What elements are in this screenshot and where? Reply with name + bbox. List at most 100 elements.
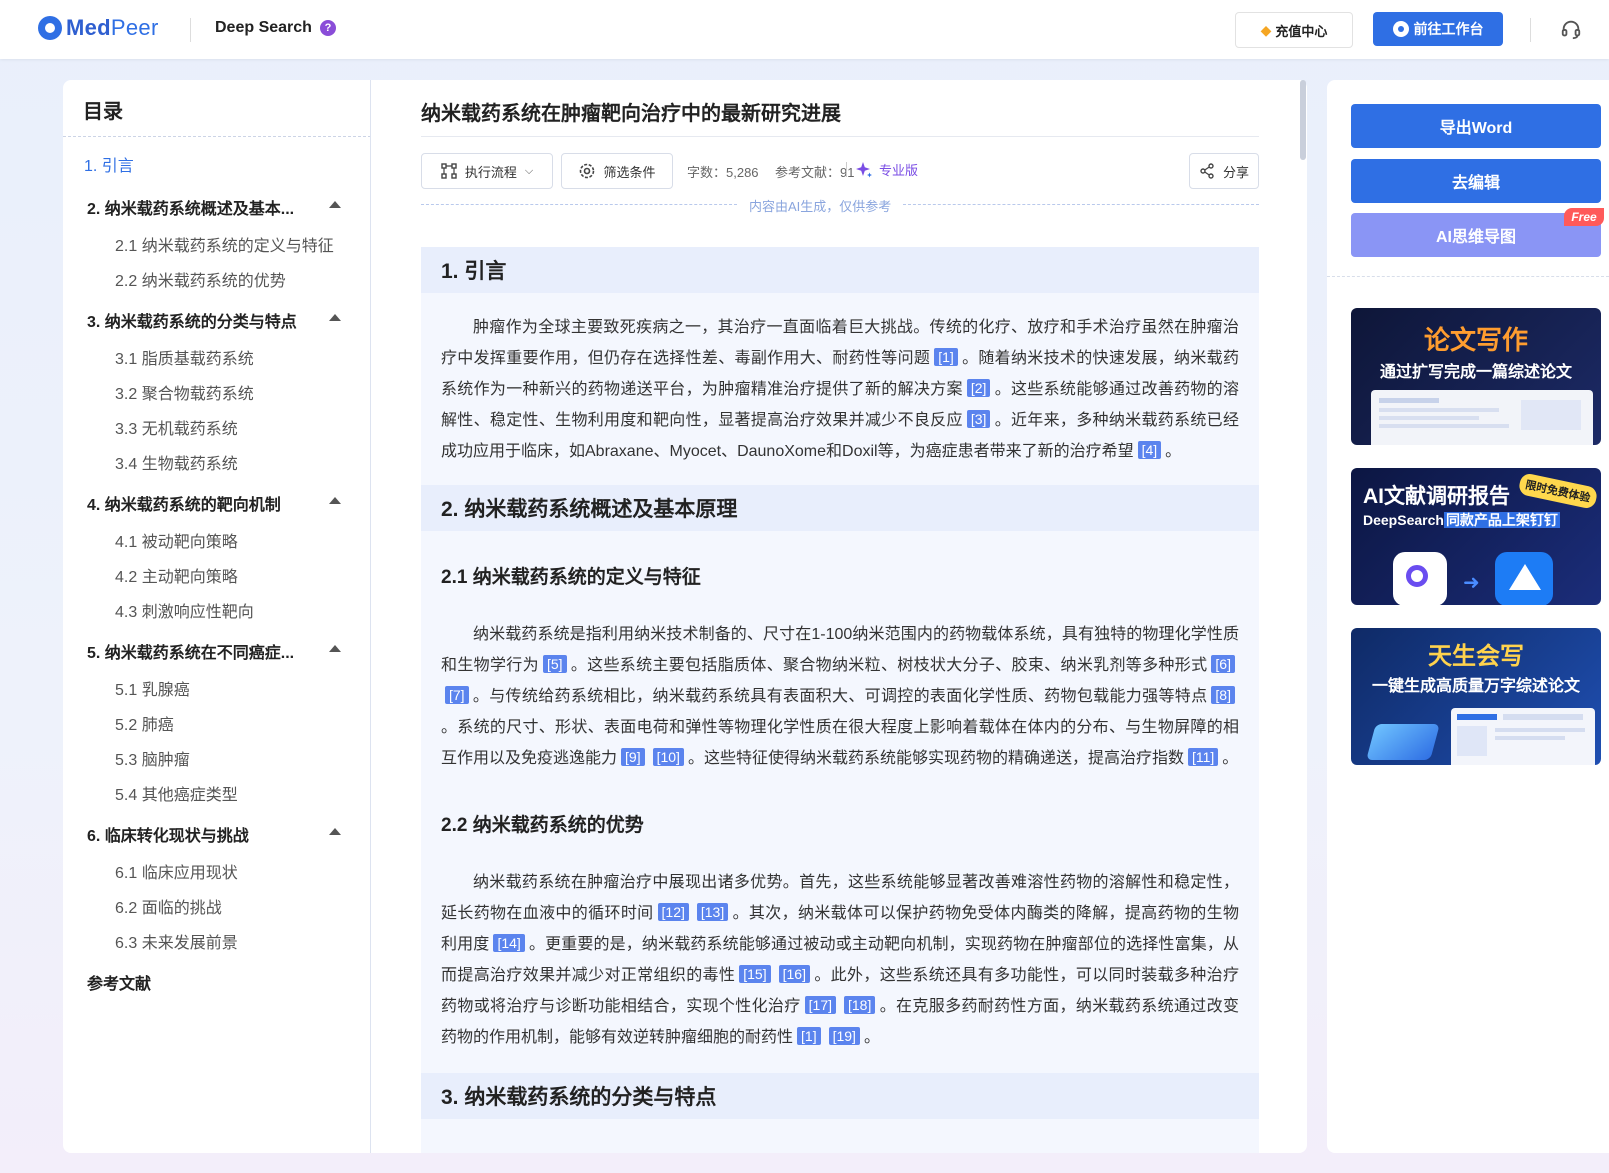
article-content: 1. 引言 肿瘤作为全球主要致死疾病之一，其治疗一直面临着巨大挑战。传统的化疗、… [421,247,1259,1153]
citation-link[interactable]: [19] [828,1027,860,1045]
toc-item-4-1[interactable]: 4.1 被动靶向策略 [115,528,238,552]
headset-icon[interactable] [1560,18,1582,40]
citation-link[interactable]: [7] [445,686,469,704]
medpeer-logo[interactable]: MedPeer [38,15,159,41]
free-badge: Free [1564,208,1604,226]
toc-item-5-3[interactable]: 5.3 脑肿瘤 [115,746,190,770]
filter-conditions-button[interactable]: 筛选条件 [561,153,673,189]
toc-item-3-2[interactable]: 3.2 聚合物载药系统 [115,380,254,404]
article-scrollbar[interactable] [1300,80,1306,160]
promo-banner-paper-writing[interactable]: 论文写作 通过扩写完成一篇综述论文 [1351,308,1601,445]
promo-line-text: DeepSearch [1363,512,1444,528]
citation-link[interactable]: [4] [1137,441,1162,459]
citation-link[interactable]: [13] [696,903,729,921]
header-divider-2 [1530,18,1531,42]
paragraph-text: 。与传统给药系统相比，纳米载药系统具有表面积大、可调控的表面化学性质、药物包载能… [472,688,1208,705]
workbench-logo-icon [1392,21,1409,37]
product-name: Deep Search ? [215,19,336,37]
collapse-arrow-icon[interactable] [329,201,341,208]
export-word-button[interactable]: 导出Word [1351,104,1601,148]
toc-item-3-1[interactable]: 3.1 脂质基载药系统 [115,345,254,369]
toc-item-3-4[interactable]: 3.4 生物载药系统 [115,450,238,474]
gear-icon [580,163,595,179]
ai-notice-line-right [903,204,1259,205]
toc-item-6-2[interactable]: 6.2 面临的挑战 [115,894,222,918]
toc-divider [63,136,371,137]
screenshot-thumbnail [1451,708,1595,765]
share-icon [1200,163,1214,179]
citation-link[interactable]: [18] [844,996,876,1014]
promo-banner-ai-report[interactable]: AI文献调研报告 限时免费体验 DeepSearch 同款产品上架钉钉 ➜ [1351,468,1601,605]
subsection-heading: 2.2 纳米载药系统的优势 [441,815,644,836]
subsection-heading: 2.1 纳米载药系统的定义与特征 [441,567,701,588]
paragraph: 纳米载药系统是指利用纳米技术制备的、尺寸在1-100纳米范围内的药物载体系统，具… [421,589,1259,774]
promo-subtitle: 一键生成高质量万字综述论文 [1371,678,1580,695]
citation-link[interactable]: [16] [778,965,810,983]
execution-flow-dropdown[interactable]: 执行流程 ⌵ [421,153,553,189]
toc-item-5-4[interactable]: 5.4 其他癌症类型 [115,781,238,805]
product-name-label: Deep Search [215,19,312,36]
paragraph-text: 。这些特征使得纳米载药系统能够实现药物的精确递送，提高治疗指数 [687,750,1184,767]
toc-item-5-1[interactable]: 5.1 乳腺癌 [115,676,190,700]
toc-item-section-2[interactable]: 2. 纳米载药系统概述及基本... [87,195,294,219]
logo-text-med: Med [66,15,111,40]
diamond-icon: ◆ [1260,21,1272,38]
ai-generated-notice: 内容由AI生成，仅供参考 [749,199,892,214]
collapse-arrow-icon[interactable] [329,314,341,321]
citation-link[interactable]: [2] [966,379,991,397]
pro-edition-badge: 专业版 [855,160,918,179]
ai-notice-line-left [421,204,737,205]
dingtalk-app-icon [1495,552,1553,605]
toc-item-2-1[interactable]: 2.1 纳米载药系统的定义与特征 [115,232,334,256]
toc-item-section-5[interactable]: 5. 纳米载药系统在不同癌症... [87,639,294,663]
share-label: 分享 [1222,164,1249,180]
section-heading: 3. 纳米载药系统的分类与特点 [421,1073,1259,1119]
toc-item-section-4[interactable]: 4. 纳米载药系统的靶向机制 [87,491,281,515]
citation-link[interactable]: [17] [804,996,836,1014]
collapse-arrow-icon[interactable] [329,645,341,652]
citation-link[interactable]: [12] [657,903,689,921]
citation-link[interactable]: [8] [1211,686,1235,704]
citation-link[interactable]: [6] [1211,655,1235,673]
toc-item-6-1[interactable]: 6.1 临床应用现状 [115,859,238,883]
citation-link[interactable]: [15] [739,965,771,983]
paragraph: 纳米载药系统在肿瘤治疗中展现出诸多优势。首先，这些系统能够显著改善难溶性药物的溶… [421,837,1259,1073]
citation-link[interactable]: [5] [542,655,567,673]
recharge-button[interactable]: ◆ 充值中心 [1235,12,1353,48]
toc-item-6-3[interactable]: 6.3 未来发展前景 [115,929,238,953]
citation-link[interactable]: [11] [1187,748,1219,766]
title-divider [421,136,1259,137]
toc-item-5-2[interactable]: 5.2 肺癌 [115,711,174,735]
toc-item-3-3[interactable]: 3.3 无机载药系统 [115,415,238,439]
collapse-arrow-icon[interactable] [329,828,341,835]
toc-item-intro[interactable]: 1. 引言 [84,152,134,176]
logo-text-peer: Peer [110,15,159,40]
paragraph: 肿瘤作为全球主要致死疾病之一，其治疗一直面临着巨大挑战。传统的化疗、放疗和手术治… [421,293,1259,485]
toc-item-section-6[interactable]: 6. 临床转化现状与挑战 [87,822,249,846]
citation-link[interactable]: [3] [966,410,991,428]
promo-subtitle: 通过扩写完成一篇综述论文 [1379,364,1572,381]
citation-link[interactable]: [10] [652,748,684,766]
toc-item-2-2[interactable]: 2.2 纳米载药系统的优势 [115,267,286,291]
promo-banner-tiansheng[interactable]: 天生会写 一键生成高质量万字综述论文 [1351,628,1601,765]
workbench-button[interactable]: 前往工作台 [1373,12,1503,46]
promo-line-highlight: 同款产品上架钉钉 [1443,512,1560,528]
help-icon[interactable]: ? [319,20,336,36]
share-button[interactable]: 分享 [1189,153,1259,189]
citation-link[interactable]: [1] [934,348,958,366]
citation-link[interactable]: [1] [797,1027,821,1045]
sidebar-divider [1327,276,1609,277]
toc-title: 目录 [83,101,123,123]
paragraph-text: 。 [1222,750,1239,767]
page-title: 纳米载药系统在肿瘤靶向治疗中的最新研究进展 [421,103,841,125]
toc-item-references[interactable]: 参考文献 [87,970,151,994]
flow-icon [441,163,457,179]
toc-item-section-3[interactable]: 3. 纳米载药系统的分类与特点 [87,308,297,332]
citation-link[interactable]: [14] [493,934,525,952]
citation-link[interactable]: [9] [621,748,645,766]
collapse-arrow-icon[interactable] [329,497,341,504]
toc-item-4-2[interactable]: 4.2 主动靶向策略 [115,563,238,587]
toc-item-4-3[interactable]: 4.3 刺激响应性靶向 [115,598,254,622]
edit-button[interactable]: 去编辑 [1351,159,1601,203]
toc-panel: 目录 1. 引言 2. 纳米载药系统概述及基本... 2.1 纳米载药系统的定义… [63,80,371,1153]
